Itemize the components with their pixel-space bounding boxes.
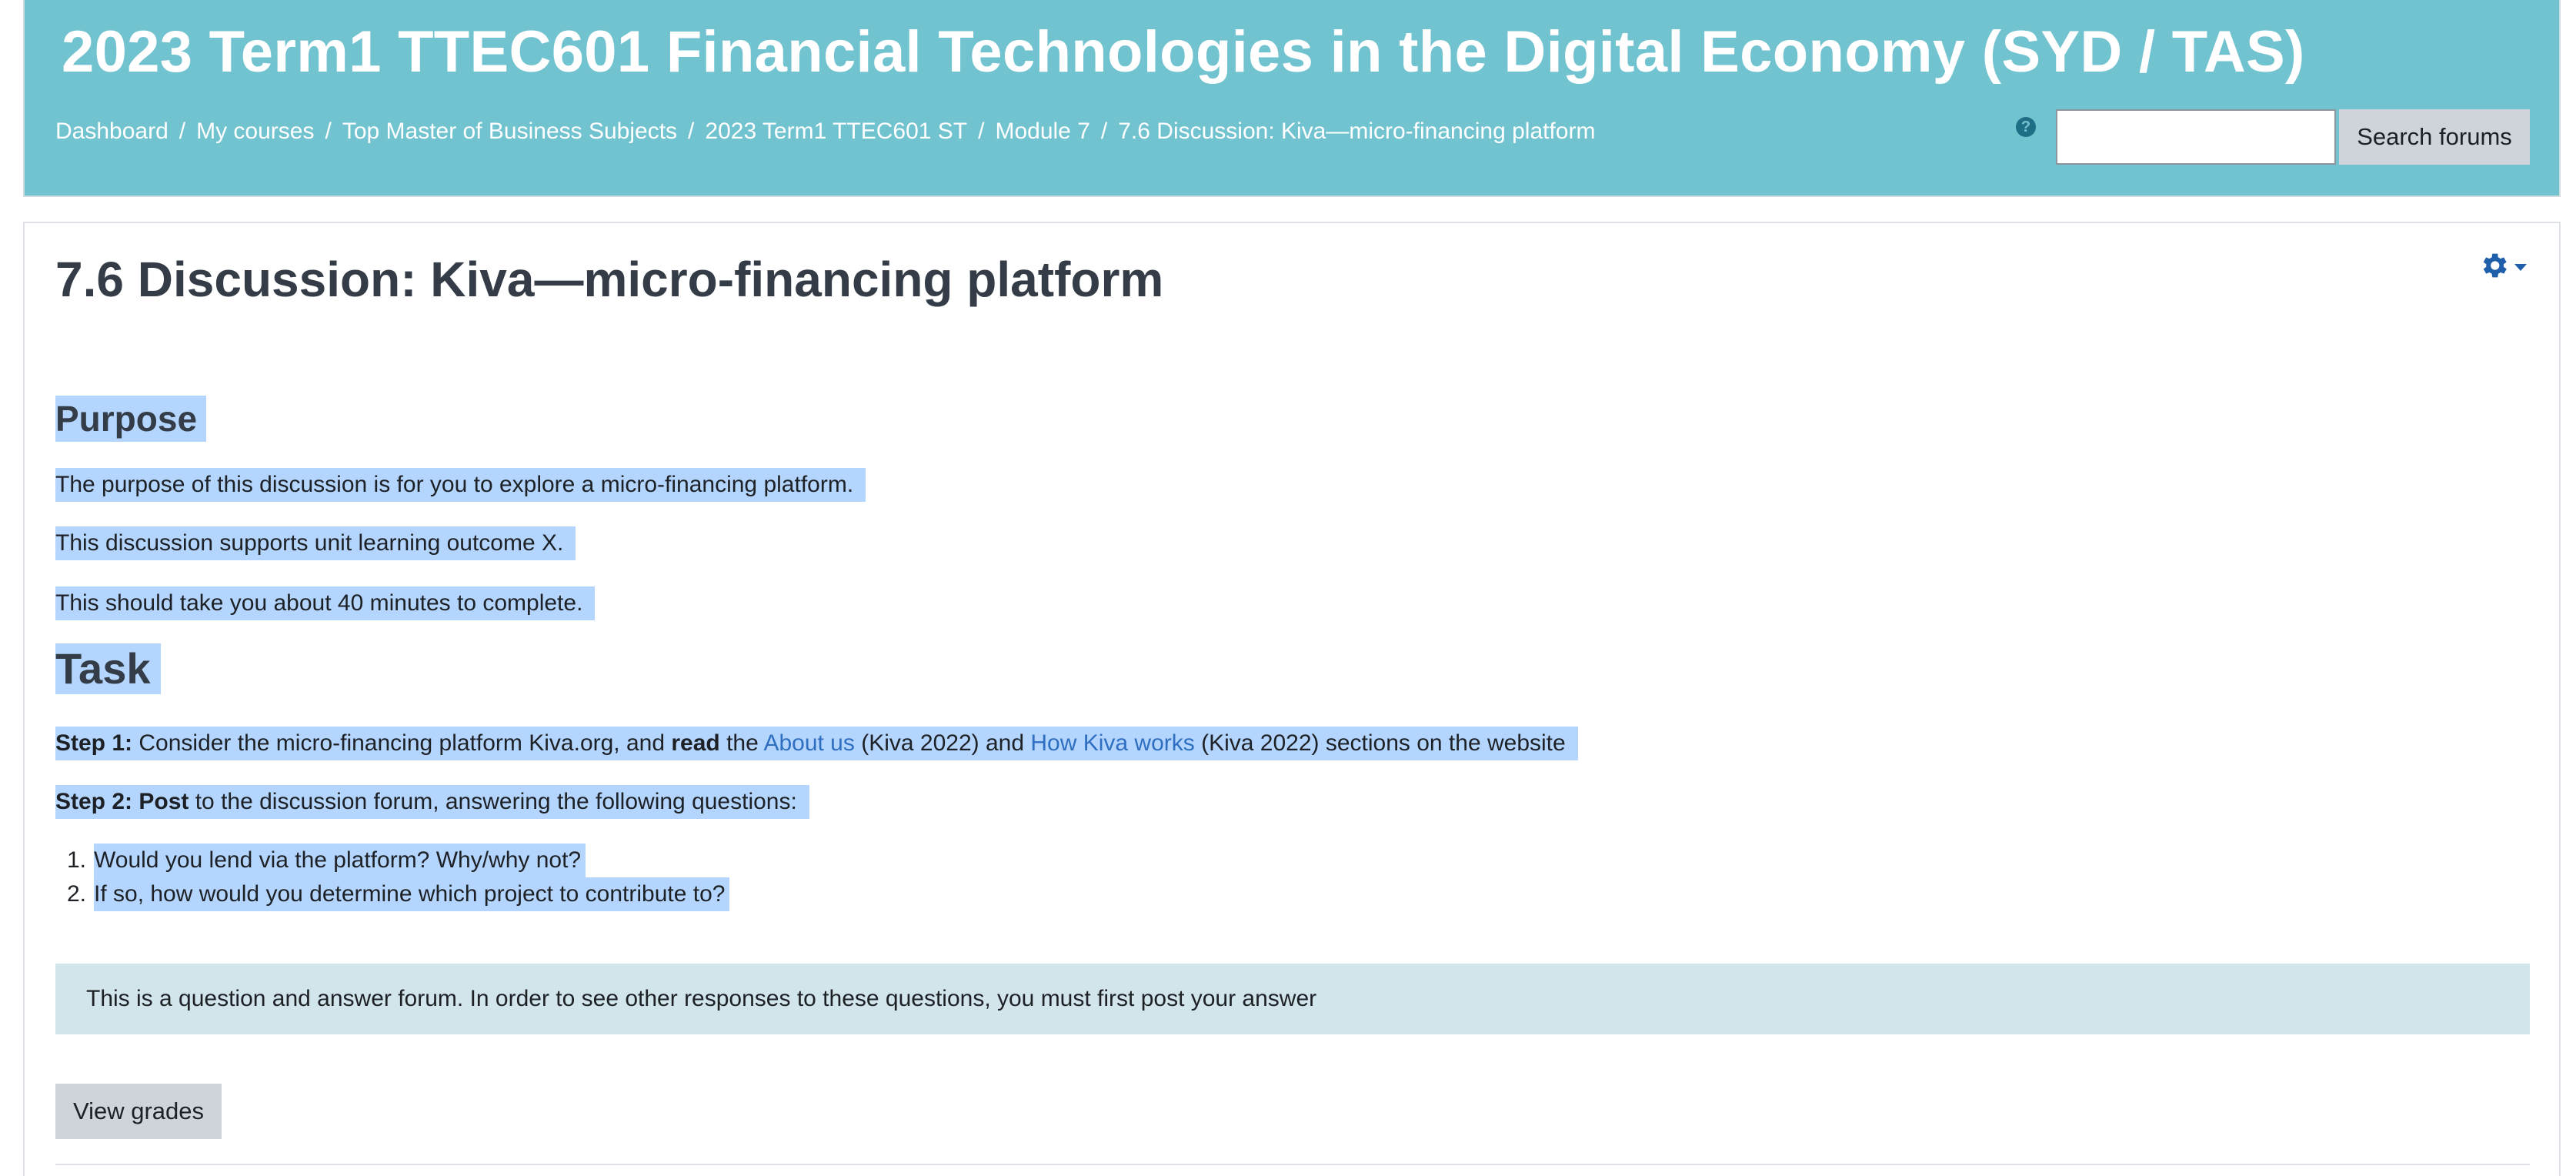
list-item: 2. If so, how would you determine which p… (55, 877, 730, 911)
breadcrumb-my-courses[interactable]: My courses (196, 119, 314, 145)
search-forums-button[interactable]: Search forums (2339, 109, 2530, 165)
question-text: Would you lend via the platform? Why/why… (94, 844, 586, 877)
step-1-bold: read (671, 730, 720, 756)
step-2-bold: Post (132, 789, 189, 814)
breadcrumb-category[interactable]: Top Master of Business Subjects (342, 119, 677, 145)
question-circle-icon[interactable]: ? (2016, 117, 2036, 137)
step-2-label: Step 2: (55, 789, 133, 814)
purpose-paragraph-3: This should take you about 40 minutes to… (55, 586, 596, 620)
step-2-text: to the discussion forum, answering the f… (189, 789, 797, 814)
step-1-text: Consider the micro-financing platform Ki… (132, 730, 672, 756)
gear-icon (2483, 253, 2507, 278)
breadcrumb-current[interactable]: 7.6 Discussion: Kiva—micro-financing pla… (1118, 119, 1595, 145)
breadcrumb-separator: / (688, 119, 695, 144)
course-title: 2023 Term1 TTEC601 Financial Technologie… (62, 19, 2305, 85)
purpose-paragraph-1: The purpose of this discussion is for yo… (55, 468, 866, 502)
breadcrumb-separator: / (978, 119, 985, 144)
breadcrumb-separator: / (325, 119, 332, 144)
page-header: 2023 Term1 TTEC601 Financial Technologie… (23, 0, 2561, 197)
step-1-paragraph: Step 1: Consider the micro-financing pla… (55, 727, 1578, 760)
view-grades-button[interactable]: View grades (55, 1084, 222, 1139)
breadcrumb-module[interactable]: Module 7 (995, 119, 1089, 145)
task-heading: Task (55, 643, 162, 694)
divider (55, 1164, 2530, 1165)
search-forums-input[interactable] (2056, 109, 2336, 165)
step-1-text: (Kiva 2022) sections on the website (1194, 730, 1566, 756)
questions-list: 1. Would you lend via the platform? Why/w… (55, 844, 730, 911)
list-item: 1. Would you lend via the platform? Why/w… (55, 844, 729, 877)
breadcrumb-course[interactable]: 2023 Term1 TTEC601 ST (705, 119, 967, 145)
step-1-text: (Kiva 2022) and (854, 730, 1031, 756)
step-1-label: Step 1: (55, 730, 133, 756)
chevron-down-icon (2514, 263, 2527, 271)
purpose-heading: Purpose (55, 396, 207, 442)
how-kiva-works-link[interactable]: How Kiva works (1030, 730, 1194, 756)
breadcrumb-dashboard[interactable]: Dashboard (55, 119, 169, 145)
step-2-paragraph: Step 2: Post to the discussion forum, an… (55, 785, 809, 819)
breadcrumb-separator: / (179, 119, 186, 144)
breadcrumb-separator: / (1100, 119, 1108, 144)
question-text: If so, how would you determine which pro… (94, 877, 730, 911)
about-us-link[interactable]: About us (763, 730, 854, 756)
purpose-paragraph-2: This discussion supports unit learning o… (55, 526, 576, 560)
forum-notice-alert: This is a question and answer forum. In … (55, 964, 2530, 1034)
settings-menu-toggle[interactable] (2478, 248, 2527, 283)
step-1-text: the (719, 730, 764, 756)
page-title: 7.6 Discussion: Kiva—micro-financing pla… (55, 252, 1164, 307)
breadcrumb: Dashboard / My courses / Top Master of B… (55, 119, 1595, 145)
